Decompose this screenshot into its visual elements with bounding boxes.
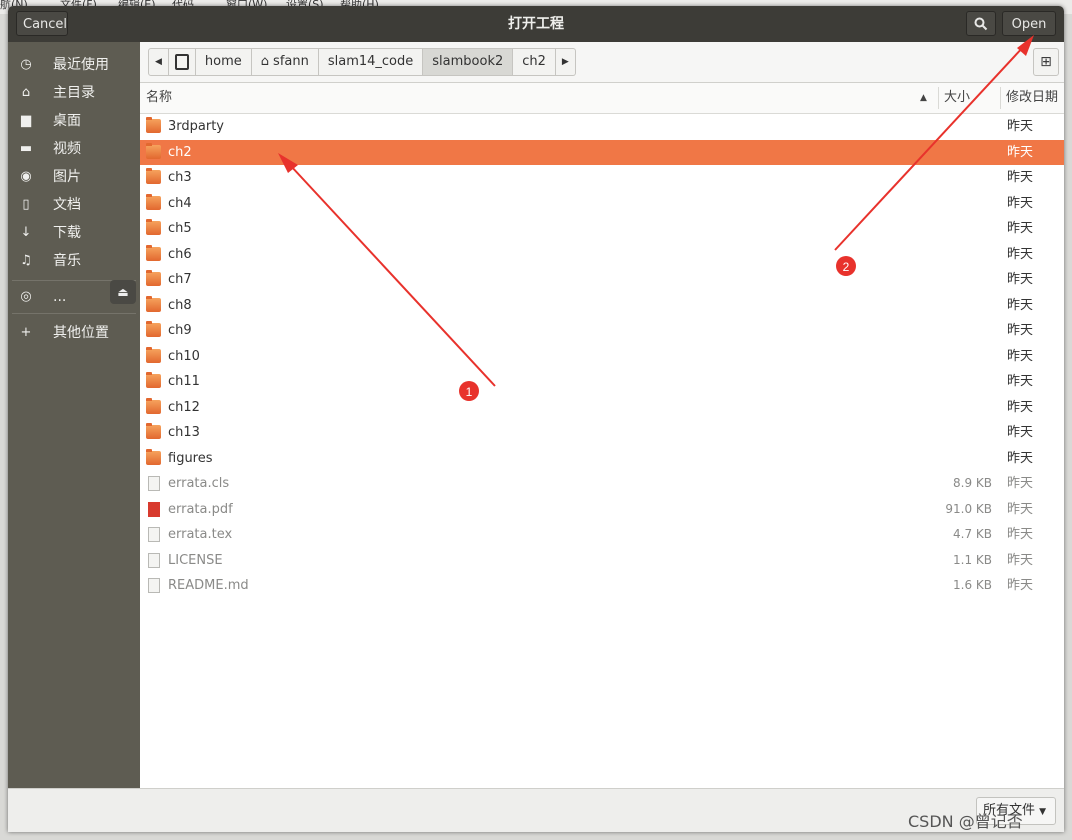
annotation-arrow-1: [289, 164, 496, 387]
annotation-arrow-2: [834, 44, 1026, 251]
annotation-marker-2-label: 2: [843, 260, 850, 274]
annotation-overlay: 1 2: [278, 35, 1034, 401]
annotation-marker-1-label: 1: [466, 385, 473, 399]
annotation-arrowhead-2: [1017, 35, 1034, 56]
watermark: CSDN @曾记否: [908, 812, 1023, 831]
